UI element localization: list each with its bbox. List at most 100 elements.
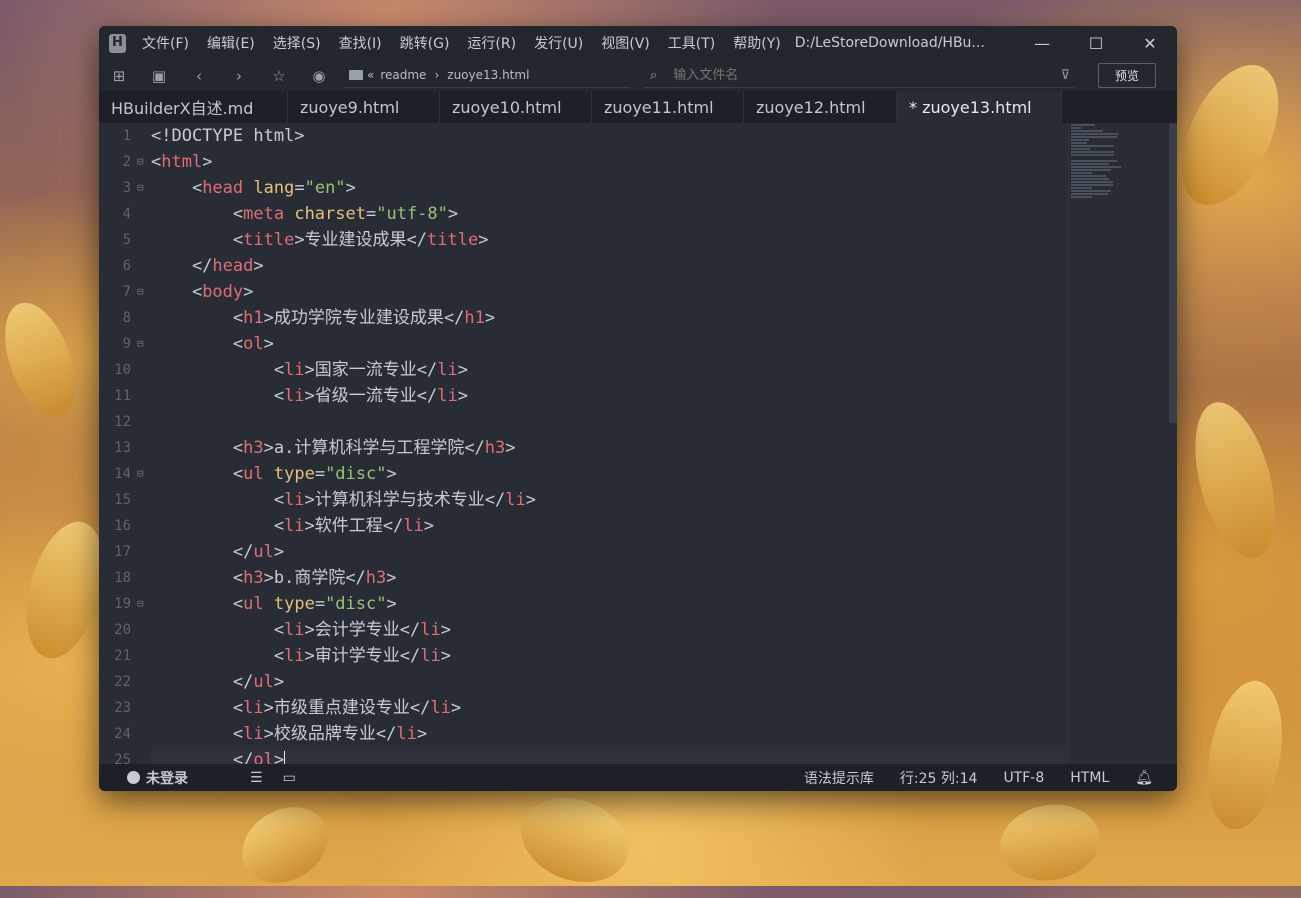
- menu-goto[interactable]: 跳转(G): [400, 33, 450, 53]
- menu-file[interactable]: 文件(F): [142, 33, 189, 53]
- tab-zuoye9[interactable]: zuoye9.html: [288, 91, 440, 123]
- tab-zuoye10[interactable]: zuoye10.html: [440, 91, 592, 123]
- outline-icon[interactable]: ☰: [250, 770, 263, 786]
- tab-hbuilderx-readme[interactable]: HBuilderX自述.md: [99, 91, 288, 123]
- code-line[interactable]: </ol>: [151, 747, 1067, 764]
- code-token: >: [450, 698, 462, 718]
- tab-zuoye12[interactable]: zuoye12.html: [744, 91, 897, 123]
- code-line[interactable]: <html>: [151, 149, 1067, 175]
- code-token: >: [478, 230, 489, 250]
- code-token: >校级品牌专业</: [263, 724, 397, 744]
- line-number: 4: [99, 201, 151, 227]
- fold-toggle-icon[interactable]: ⊟: [137, 331, 144, 357]
- code-line[interactable]: [151, 409, 1067, 435]
- code-token: li: [284, 620, 305, 640]
- code-line[interactable]: <ol>: [151, 331, 1067, 357]
- code-token: </: [151, 542, 254, 562]
- code-line[interactable]: <li>省级一流专业</li>: [151, 383, 1067, 409]
- star-icon[interactable]: ☆: [259, 67, 299, 85]
- run-icon[interactable]: ◉: [299, 67, 339, 85]
- code-token: h1: [243, 308, 264, 328]
- code-line[interactable]: <head lang="en">: [151, 175, 1067, 201]
- vertical-scrollbar[interactable]: [1169, 123, 1177, 423]
- tab-zuoye11[interactable]: zuoye11.html: [592, 91, 744, 123]
- code-line[interactable]: <li>会计学专业</li>: [151, 617, 1067, 643]
- line-number: 22: [99, 669, 151, 695]
- code-line[interactable]: <title>专业建设成果</title>: [151, 227, 1067, 253]
- bell-icon[interactable]: 🔔︎: [1135, 770, 1153, 786]
- code-line[interactable]: <li>国家一流专业</li>: [151, 357, 1067, 383]
- line-number-text: 1: [122, 128, 131, 144]
- preview-button[interactable]: 预览: [1098, 63, 1156, 88]
- menu-tools[interactable]: 工具(T): [668, 33, 715, 53]
- language-mode[interactable]: HTML: [1070, 770, 1109, 786]
- fold-toggle-icon[interactable]: ⊟: [137, 279, 144, 305]
- code-token: <: [151, 204, 244, 224]
- code-token: >市级重点建设专业</: [263, 698, 431, 718]
- code-line[interactable]: </head>: [151, 253, 1067, 279]
- line-number-text: 14: [114, 466, 131, 482]
- code-line[interactable]: <ul type="disc">: [151, 591, 1067, 617]
- back-icon[interactable]: ‹: [179, 67, 219, 85]
- code-token: ul: [253, 542, 274, 562]
- code-token: <: [151, 698, 244, 718]
- line-number: 1: [99, 123, 151, 149]
- login-status[interactable]: 未登录: [146, 768, 188, 788]
- encoding[interactable]: UTF-8: [1003, 770, 1044, 786]
- menu-select[interactable]: 选择(S): [273, 33, 321, 53]
- save-icon[interactable]: ▣: [139, 67, 179, 85]
- code-line[interactable]: <li>审计学专业</li>: [151, 643, 1067, 669]
- code-token: >: [263, 334, 274, 354]
- code-line[interactable]: <li>市级重点建设专业</li>: [151, 695, 1067, 721]
- menu-edit[interactable]: 编辑(E): [207, 33, 255, 53]
- breadcrumb-readme[interactable]: readme: [380, 68, 426, 82]
- menu-run[interactable]: 运行(R): [467, 33, 516, 53]
- menu-view[interactable]: 视图(V): [601, 33, 650, 53]
- code-area[interactable]: <!DOCTYPE html> <html> <head lang="en"> <…: [151, 123, 1067, 764]
- breadcrumb-file[interactable]: zuoye13.html: [447, 68, 529, 82]
- syntax-library[interactable]: 语法提示库: [804, 768, 874, 788]
- new-file-icon[interactable]: ⊞: [99, 67, 139, 85]
- menu-help[interactable]: 帮助(Y): [733, 33, 780, 53]
- code-token: >: [386, 568, 397, 588]
- minimap-line: [1071, 142, 1087, 144]
- minimap-line: [1071, 151, 1115, 153]
- maximize-icon[interactable]: ☐: [1069, 34, 1123, 53]
- terminal-icon[interactable]: ▭: [283, 770, 296, 786]
- hbuilderx-window: 文件(F) 编辑(E) 选择(S) 查找(I) 跳转(G) 运行(R) 发行(U…: [99, 26, 1177, 791]
- code-line[interactable]: <li>计算机科学与技术专业</li>: [151, 487, 1067, 513]
- code-line[interactable]: <h3>b.商学院</h3>: [151, 565, 1067, 591]
- line-number: 13: [99, 435, 151, 461]
- filter-icon[interactable]: ⊽: [1060, 68, 1070, 83]
- search-input[interactable]: [671, 66, 1036, 84]
- code-line[interactable]: <h3>a.计算机科学与工程学院</h3>: [151, 435, 1067, 461]
- code-line[interactable]: <!DOCTYPE html>: [151, 123, 1067, 149]
- cursor-position[interactable]: 行:25 列:14: [900, 768, 978, 788]
- menu-find[interactable]: 查找(I): [339, 33, 382, 53]
- code-line[interactable]: </ul>: [151, 539, 1067, 565]
- fold-toggle-icon[interactable]: ⊟: [137, 461, 144, 487]
- minimap[interactable]: [1068, 123, 1169, 764]
- forward-icon[interactable]: ›: [219, 67, 259, 85]
- code-line[interactable]: </ul>: [151, 669, 1067, 695]
- code-line[interactable]: <li>校级品牌专业</li>: [151, 721, 1067, 747]
- code-line[interactable]: <meta charset="utf-8">: [151, 201, 1067, 227]
- code-line[interactable]: <body>: [151, 279, 1067, 305]
- minimap-line: [1071, 145, 1115, 147]
- code-token: head: [202, 178, 244, 198]
- close-icon[interactable]: ✕: [1123, 34, 1177, 53]
- code-editor[interactable]: 1 2 ⊟ 3 ⊟ 4 5 6 7 ⊟ 8 9 ⊟ 10 11 12 13 14 ⊟ 15 16 17 18 19 ⊟ 20 21 2…: [99, 123, 1177, 764]
- fold-toggle-icon[interactable]: ⊟: [137, 591, 144, 617]
- minimize-icon[interactable]: —: [1015, 34, 1069, 53]
- code-line[interactable]: <ul type="disc">: [151, 461, 1067, 487]
- file-path: D:/LeStoreDownload/HBu...: [794, 35, 985, 51]
- breadcrumb[interactable]: « readme › zuoye13.html: [343, 63, 630, 88]
- tab-zuoye13[interactable]: * zuoye13.html: [897, 91, 1062, 123]
- code-token: >软件工程</: [304, 516, 404, 536]
- code-line[interactable]: <h1>成功学院专业建设成果</h1>: [151, 305, 1067, 331]
- code-line[interactable]: <li>软件工程</li>: [151, 513, 1067, 539]
- menu-publish[interactable]: 发行(U): [534, 33, 583, 53]
- fold-toggle-icon[interactable]: ⊟: [137, 175, 144, 201]
- code-token: li: [430, 698, 451, 718]
- fold-toggle-icon[interactable]: ⊟: [137, 149, 144, 175]
